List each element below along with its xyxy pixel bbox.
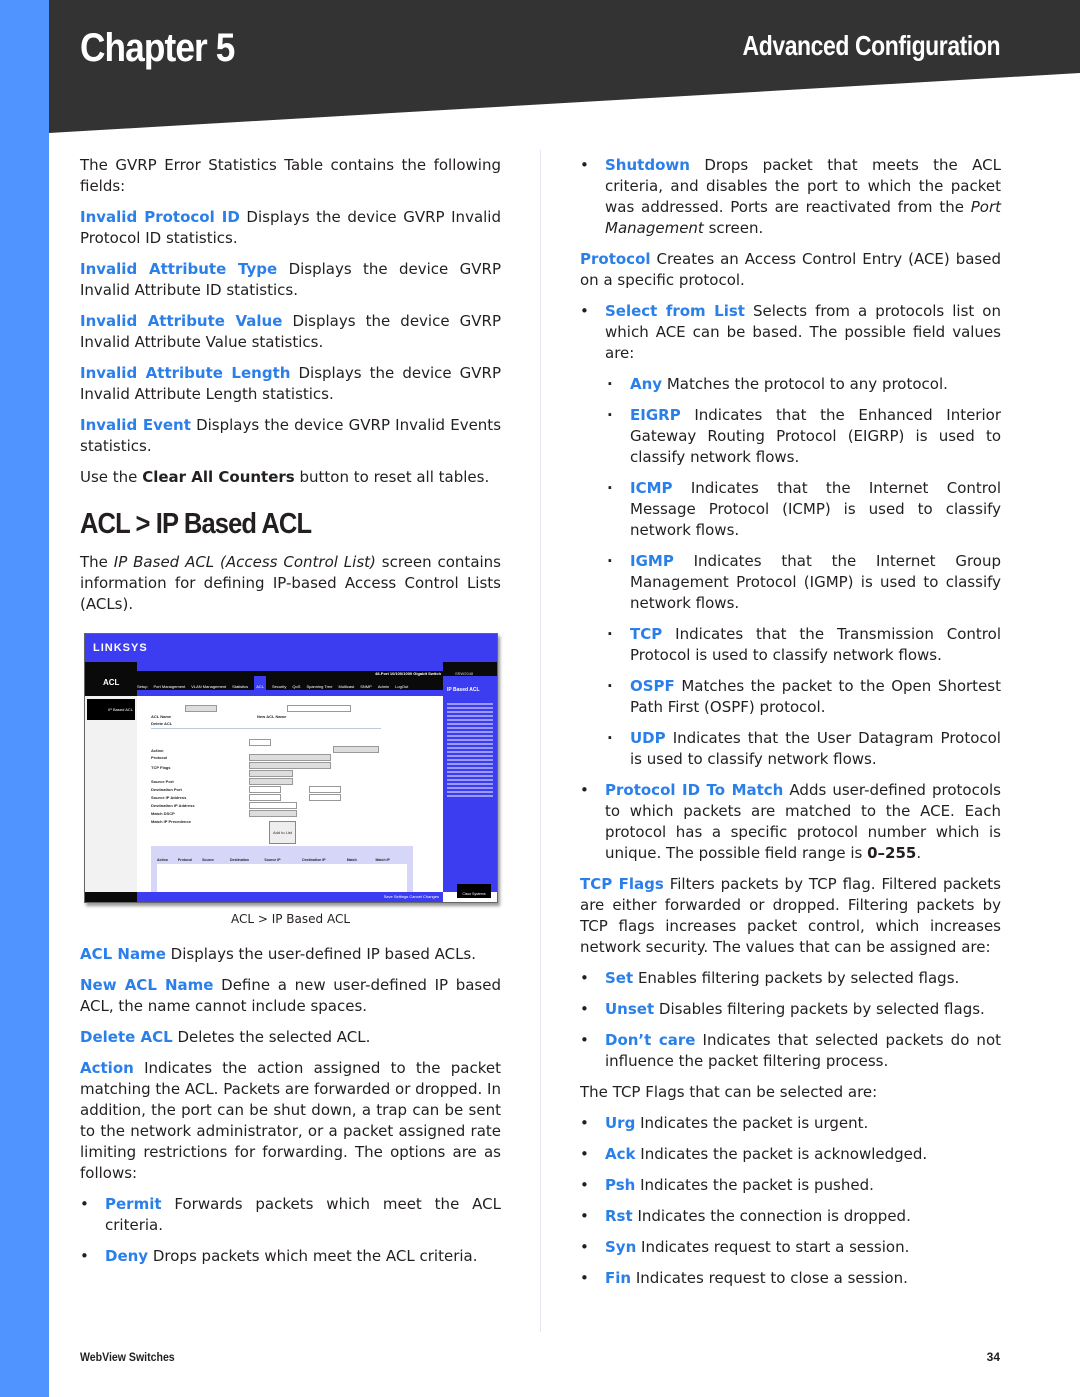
list-item: Don’t care Indicates that selected packe… — [580, 1030, 1001, 1072]
definition: TCP Flags Filters packets by TCP flag. F… — [580, 875, 1001, 956]
section-description: The IP Based ACL (Access Control List) s… — [80, 553, 501, 613]
screenshot-form: ACL Name New ACL Name Delete ACL Action … — [137, 696, 443, 892]
definition: Protocol Creates an Access Control Entry… — [580, 250, 1001, 289]
cisco-logo: Cisco Systems — [457, 884, 491, 898]
section-heading: ACL > IP Based ACL — [80, 508, 312, 540]
list-item: ICMP Indicates that the Internet Control… — [605, 478, 1001, 541]
field-term: Invalid Attribute Value — [80, 312, 283, 330]
screenshot-acl-table: Action Protocol Source Port Destination … — [151, 846, 413, 892]
list-item: Any Matches the protocol to any protocol… — [605, 374, 1001, 395]
list-item: Rst Indicates the connection is dropped. — [580, 1206, 1001, 1227]
field-definition: Invalid Attribute Value Displays the dev… — [80, 312, 501, 351]
chapter-title: Chapter 5 — [80, 26, 235, 70]
field-term: Invalid Event — [80, 416, 191, 434]
embedded-screenshot: LINKSYSA Division of Cisco Systems, Inc.… — [84, 633, 498, 903]
field-definition: Invalid Attribute Type Displays the devi… — [80, 260, 501, 299]
tcp-flags-list: Urg Indicates the packet is urgent. Ack … — [580, 1113, 1001, 1289]
column-divider — [540, 150, 541, 1332]
field-definition: Invalid Protocol ID Displays the device … — [80, 208, 501, 247]
list-item: UDP Indicates that the User Datagram Pro… — [605, 728, 1001, 770]
accent-side-bar — [0, 0, 49, 1397]
field-term: Invalid Attribute Type — [80, 260, 278, 278]
list-item: Protocol ID To Match Adds user-defined p… — [580, 780, 1001, 864]
field-definition: Invalid Attribute Length Displays the de… — [80, 364, 501, 403]
list-item: Unset Disables filtering packets by sele… — [580, 999, 1001, 1020]
section-title: Advanced Configuration — [742, 30, 1000, 61]
flags-intro: The TCP Flags that can be selected are: — [580, 1083, 878, 1101]
screenshot-add-to-list-button: Add to List — [269, 821, 296, 844]
list-item: Urg Indicates the packet is urgent. — [580, 1113, 1001, 1134]
field-definition: Invalid Event Displays the device GVRP I… — [80, 416, 502, 455]
list-item: Permit Forwards packets which meet the A… — [80, 1194, 501, 1236]
screenshot-footer: Save Settings Cancel Changes — [137, 892, 443, 902]
action-options-list: Permit Forwards packets which meet the A… — [80, 1194, 501, 1267]
field-term: Invalid Protocol ID — [80, 208, 240, 226]
list-item: Deny Drops packets which meet the ACL cr… — [80, 1246, 501, 1267]
intro-paragraph: The GVRP Error Statistics Table contains… — [80, 156, 501, 195]
definition: ACL Name Displays the user-defined IP ba… — [80, 945, 477, 963]
protocol-list: Any Matches the protocol to any protocol… — [605, 374, 1001, 770]
definition: Delete ACL Deletes the selected ACL. — [80, 1028, 371, 1046]
figure-acl-screenshot: LINKSYSA Division of Cisco Systems, Inc.… — [80, 633, 501, 903]
list-item: Select from List Selects from a protocol… — [580, 301, 1001, 364]
figure-caption: ACL > IP Based ACL — [230, 912, 351, 926]
list-item: Fin Indicates request to close a session… — [580, 1268, 1001, 1289]
clear-counters-note: Use the Clear All Counters button to res… — [80, 468, 490, 486]
list-item: OSPF Matches the packet to the Open Shor… — [605, 676, 1001, 718]
definition: Action Indicates the action assigned to … — [80, 1059, 502, 1182]
definition: New ACL Name Define a new user-defined I… — [80, 976, 501, 1015]
list-item: Ack Indicates the packet is acknowledged… — [580, 1144, 1001, 1165]
left-column: The GVRP Error Statistics Table contains… — [80, 155, 501, 1277]
screenshot-help-panel: IP Based ACL — [443, 676, 497, 892]
list-item: TCP Indicates that the Transmission Cont… — [605, 624, 1001, 666]
screenshot-page-label: ACL — [103, 678, 120, 687]
list-item: Syn Indicates request to start a session… — [580, 1237, 1001, 1258]
footer-product: WebView Switches — [80, 1350, 175, 1364]
flag-values-list: Set Enables filtering packets by selecte… — [580, 968, 1001, 1072]
page-number: 34 — [986, 1350, 1000, 1364]
field-term: Invalid Attribute Length — [80, 364, 291, 382]
list-item: IGMP Indicates that the Internet Group M… — [605, 551, 1001, 614]
right-column: Shutdown Drops packet that meets the ACL… — [580, 155, 1001, 1299]
list-item: Shutdown Drops packet that meets the ACL… — [580, 155, 1001, 239]
list-item: Psh Indicates the packet is pushed. — [580, 1175, 1001, 1196]
screenshot-sidebar: IP Based ACL — [85, 696, 138, 892]
list-item: Set Enables filtering packets by selecte… — [580, 968, 1001, 989]
list-item: EIGRP Indicates that the Enhanced Interi… — [605, 405, 1001, 468]
